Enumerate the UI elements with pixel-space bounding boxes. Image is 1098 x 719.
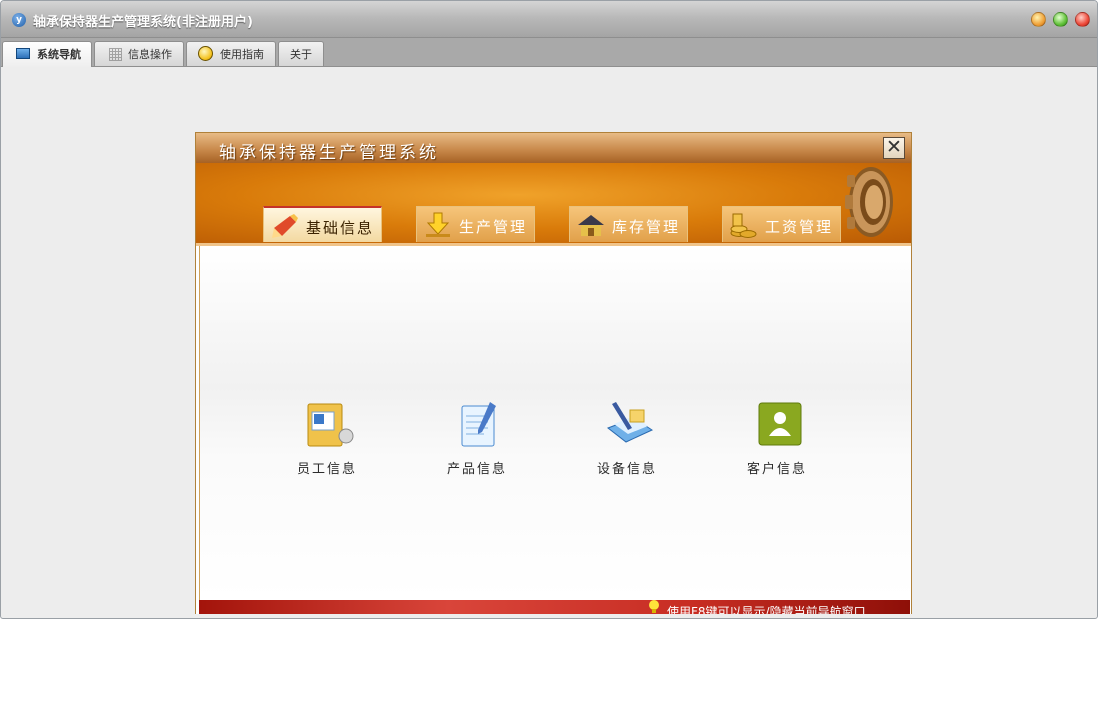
nav-tab-label: 工资管理 — [765, 218, 834, 236]
nav-tab-salary[interactable]: 工资管理 — [722, 206, 841, 242]
nav-tab-label: 基础信息 — [306, 219, 375, 237]
notepad-icon — [461, 402, 496, 447]
dialog-close-button[interactable]: ✕ — [883, 137, 905, 159]
window-title: 轴承保持器生产管理系统(非注册用户) — [33, 15, 253, 30]
dialog-header-banner: 基础信息 生产管理 库存管理 工资管理 — [196, 163, 911, 246]
dialog-footer-bar: 使用F8键可以显示/隐藏当前导航窗口 — [199, 600, 910, 614]
item-label: 客户信息 — [746, 462, 807, 477]
nav-tab-basic-info[interactable]: 基础信息 — [263, 206, 382, 242]
dialog-title-bar[interactable]: 轴承保持器生产管理系统 ✕ — [196, 133, 911, 163]
navigation-dialog: 轴承保持器生产管理系统 ✕ 基础信息 生产管理 库存管理 工资管理 员工信息 产… — [195, 132, 912, 614]
lightbulb-icon — [649, 600, 659, 613]
tab-about[interactable]: 关于 — [278, 41, 324, 66]
warehouse-icon — [578, 215, 604, 236]
item-label: 员工信息 — [296, 462, 357, 477]
nav-tab-label: 生产管理 — [459, 218, 528, 236]
item-equipment-info[interactable]: 设备信息 — [577, 386, 677, 477]
item-label: 设备信息 — [596, 462, 657, 477]
dialog-title: 轴承保持器生产管理系统 — [219, 143, 439, 163]
monitor-icon — [16, 48, 30, 59]
pencil-icon — [272, 214, 298, 238]
download-arrow-icon — [426, 212, 450, 237]
item-employee-info[interactable]: 员工信息 — [277, 386, 377, 477]
maximize-button[interactable] — [1053, 12, 1068, 27]
app-logo-icon: y — [12, 13, 26, 27]
customer-icon — [758, 402, 802, 446]
nav-tab-label: 库存管理 — [612, 218, 681, 236]
tab-label: 信息操作 — [128, 48, 172, 61]
tab-label: 使用指南 — [220, 48, 264, 61]
nav-tab-inventory[interactable]: 库存管理 — [569, 206, 688, 242]
equipment-pen-icon — [606, 402, 654, 443]
guide-icon — [198, 46, 213, 61]
nav-tab-production[interactable]: 生产管理 — [416, 206, 535, 242]
tab-user-guide[interactable]: 使用指南 — [186, 41, 276, 66]
bearing-icon — [845, 167, 893, 237]
tab-label: 关于 — [290, 48, 312, 61]
tab-system-navigation[interactable]: 系统导航 — [2, 41, 92, 67]
minimize-button[interactable] — [1031, 12, 1046, 27]
app-window: y 轴承保持器生产管理系统(非注册用户) 系统导航 信息操作 使用指南 关于 轴… — [0, 0, 1098, 619]
item-customer-info[interactable]: 客户信息 — [727, 386, 827, 477]
coins-icon — [730, 213, 757, 238]
title-bar[interactable]: y 轴承保持器生产管理系统(非注册用户) — [1, 1, 1097, 38]
employee-folder-icon — [307, 403, 354, 447]
item-label: 产品信息 — [446, 462, 507, 477]
item-product-info[interactable]: 产品信息 — [427, 386, 527, 477]
tab-info-operation[interactable]: 信息操作 — [94, 41, 184, 66]
tab-label: 系统导航 — [37, 48, 81, 61]
top-tab-bar: 系统导航 信息操作 使用指南 关于 — [1, 38, 1097, 67]
footer-hint-text: 使用F8键可以显示/隐藏当前导航窗口 — [667, 605, 866, 614]
close-button[interactable] — [1075, 12, 1090, 27]
grid-icon — [109, 48, 122, 61]
